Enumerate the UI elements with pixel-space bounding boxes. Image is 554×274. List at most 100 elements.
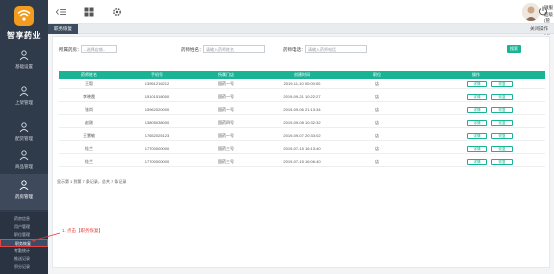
detail-button[interactable]: 详情 xyxy=(467,94,487,100)
cell-phone: 15962020000 xyxy=(144,107,170,112)
restore-button[interactable]: 恢复 xyxy=(491,146,513,152)
table-row: 桂兰 17700000000 国药三号 2019-07-15 16:13:40 店 详情恢… xyxy=(59,144,545,154)
cell-store: 国药三号 xyxy=(218,159,234,164)
content-panel: 所属药房： --选择店铺-- 药师姓名： 请输入药师姓名 药师电话： 请输入药师… xyxy=(52,36,550,268)
detail-button[interactable]: 详情 xyxy=(467,146,487,152)
topbar: 微服 超级(管理员) xyxy=(48,0,554,35)
cell-name: 张尚 xyxy=(85,107,93,112)
restore-button[interactable]: 恢复 xyxy=(491,159,513,165)
cell-role: 店 xyxy=(375,81,379,86)
cell-role: 店 xyxy=(375,120,379,125)
detail-button[interactable]: 详情 xyxy=(467,120,487,126)
cell-name: 赵刚 xyxy=(85,120,93,125)
cell-name: 王毅 xyxy=(85,81,93,86)
cell-phone: 17700000000 xyxy=(144,159,170,164)
app-root: 智享药业 基础设置 上架管理 配货管理 商品管理 药房管理 药房信息 用户管理 … xyxy=(0,0,554,274)
restore-button[interactable]: 恢复 xyxy=(491,81,513,87)
table-row: 李晓霞 15101518000 国药一号 2019-09-21 10:22:27 店 详情… xyxy=(59,92,545,102)
table-header: 药师姓名 手机号 所属门店 创建时间 职位 操作 xyxy=(59,71,545,79)
cell-time: 2019-07-15 16:06:40 xyxy=(283,159,321,164)
table-row: 王慧敏 17652025123 国药一号 2019-09-07 20:33:02 店 详情… xyxy=(59,131,545,141)
cell-store: 国药一号 xyxy=(218,133,234,138)
logo-badge xyxy=(14,6,34,26)
cell-time: 2019-11-10 00:00:00 xyxy=(283,81,321,86)
submenu-item[interactable]: 考勤统计 xyxy=(0,247,48,255)
submenu-item[interactable]: 推送记录 xyxy=(0,255,48,263)
sidebar-item-basic[interactable]: 基础设置 xyxy=(0,44,48,80)
sidebar-item-label: 配货管理 xyxy=(15,136,33,141)
name-label: 药师姓名： xyxy=(181,47,204,52)
collapse-menu-icon[interactable] xyxy=(56,7,66,17)
grid-icon[interactable] xyxy=(84,7,94,17)
table-row: 王毅 13951216212 国药一号 2019-11-10 00:00:00 店 详情恢… xyxy=(59,79,545,89)
sidebar-item-label: 上架管理 xyxy=(15,100,33,105)
close-ops-menu[interactable]: 关闭操作 xyxy=(530,24,548,34)
tab-duty-restore[interactable]: 职务恢复 xyxy=(48,24,78,34)
cell-store: 国药一号 xyxy=(218,81,234,86)
col-ops: 操作 xyxy=(472,72,480,77)
sidebar-item-label: 药房管理 xyxy=(15,194,33,199)
restore-button[interactable]: 恢复 xyxy=(491,94,513,100)
col-store: 所属门店 xyxy=(218,72,234,77)
sidebar-item-shelf[interactable]: 上架管理 xyxy=(0,80,48,116)
detail-button[interactable]: 详情 xyxy=(467,81,487,87)
power-icon[interactable] xyxy=(538,6,548,16)
person-icon xyxy=(19,86,29,96)
sidebar-item-pharmacy[interactable]: 药房管理 xyxy=(0,174,48,210)
cell-role: 店 xyxy=(375,159,379,164)
sidebar-item-label: 基础设置 xyxy=(15,64,33,69)
table-row: 赵刚 13805038000 国药四号 2019-09-08 10:32:32 店 详情恢… xyxy=(59,118,545,128)
gear-icon[interactable] xyxy=(112,7,122,17)
cell-role: 店 xyxy=(375,107,379,112)
restore-button[interactable]: 恢复 xyxy=(491,107,513,113)
person-icon xyxy=(19,150,29,160)
cell-store: 国药三号 xyxy=(218,146,234,151)
table-row: 张尚 15962020000 国药一号 2019-09-06 21:13:34 店 详情恢… xyxy=(59,105,545,115)
submenu: 药房信息 用户管理 职位管理 职务恢复 考勤统计 推送记录 积分记录 xyxy=(0,212,48,274)
search-button[interactable]: 搜索 xyxy=(507,45,521,53)
restore-button[interactable]: 恢复 xyxy=(491,120,513,126)
cell-name: 王慧敏 xyxy=(83,133,95,138)
person-icon xyxy=(19,122,29,132)
cell-phone: 17700000000 xyxy=(144,146,170,151)
annotation-arrow-icon xyxy=(31,232,61,242)
cell-name: 桂兰 xyxy=(85,146,93,151)
cell-phone: 13951216212 xyxy=(144,81,170,86)
submenu-item[interactable]: 用户管理 xyxy=(0,223,48,231)
col-name: 药师姓名 xyxy=(81,72,97,77)
cell-time: 2019-09-21 10:22:27 xyxy=(283,94,321,99)
tab-bar: 职务恢复 关闭操作 xyxy=(48,24,554,34)
company-label: 所属药房： xyxy=(59,47,82,52)
cell-store: 国药一号 xyxy=(218,107,234,112)
submenu-item[interactable]: 积分记录 xyxy=(0,263,48,271)
annotation-text: 1. 点击【职务恢复】 xyxy=(62,228,104,233)
cell-name: 桂兰 xyxy=(85,159,93,164)
cell-phone: 15101518000 xyxy=(144,94,170,99)
person-icon xyxy=(19,180,29,190)
logo: 智享药业 xyxy=(0,0,48,44)
cell-store: 国药四号 xyxy=(218,120,234,125)
cell-time: 2019-09-06 21:13:34 xyxy=(283,107,321,112)
submenu-item[interactable]: 药房信息 xyxy=(0,215,48,223)
detail-button[interactable]: 详情 xyxy=(467,107,487,113)
cell-phone: 17652025123 xyxy=(144,133,170,138)
phone-input[interactable]: 请输入药师电话 xyxy=(305,45,367,53)
cell-name: 李晓霞 xyxy=(83,94,95,99)
cell-role: 店 xyxy=(375,133,379,138)
detail-button[interactable]: 详情 xyxy=(467,159,487,165)
cell-phone: 13805038000 xyxy=(144,120,170,125)
col-phone: 手机号 xyxy=(151,72,163,77)
restore-button[interactable]: 恢复 xyxy=(491,133,513,139)
col-time: 创建时间 xyxy=(294,72,310,77)
company-select[interactable]: --选择店铺-- xyxy=(81,45,117,53)
detail-button[interactable]: 详情 xyxy=(467,133,487,139)
cell-time: 2019-07-15 16:13:40 xyxy=(283,146,321,151)
sidebar-item-label: 商品管理 xyxy=(15,164,33,169)
cell-time: 2019-09-07 20:33:02 xyxy=(283,133,321,138)
col-role: 职位 xyxy=(373,72,381,77)
person-icon xyxy=(19,50,29,60)
pager-text: 显示第 1 到第 7 条记录，总共 7 条记录 xyxy=(57,179,127,184)
name-input[interactable]: 请输入药师姓名 xyxy=(203,45,265,53)
cell-role: 店 xyxy=(375,94,379,99)
cell-time: 2019-09-08 10:32:32 xyxy=(283,120,321,125)
